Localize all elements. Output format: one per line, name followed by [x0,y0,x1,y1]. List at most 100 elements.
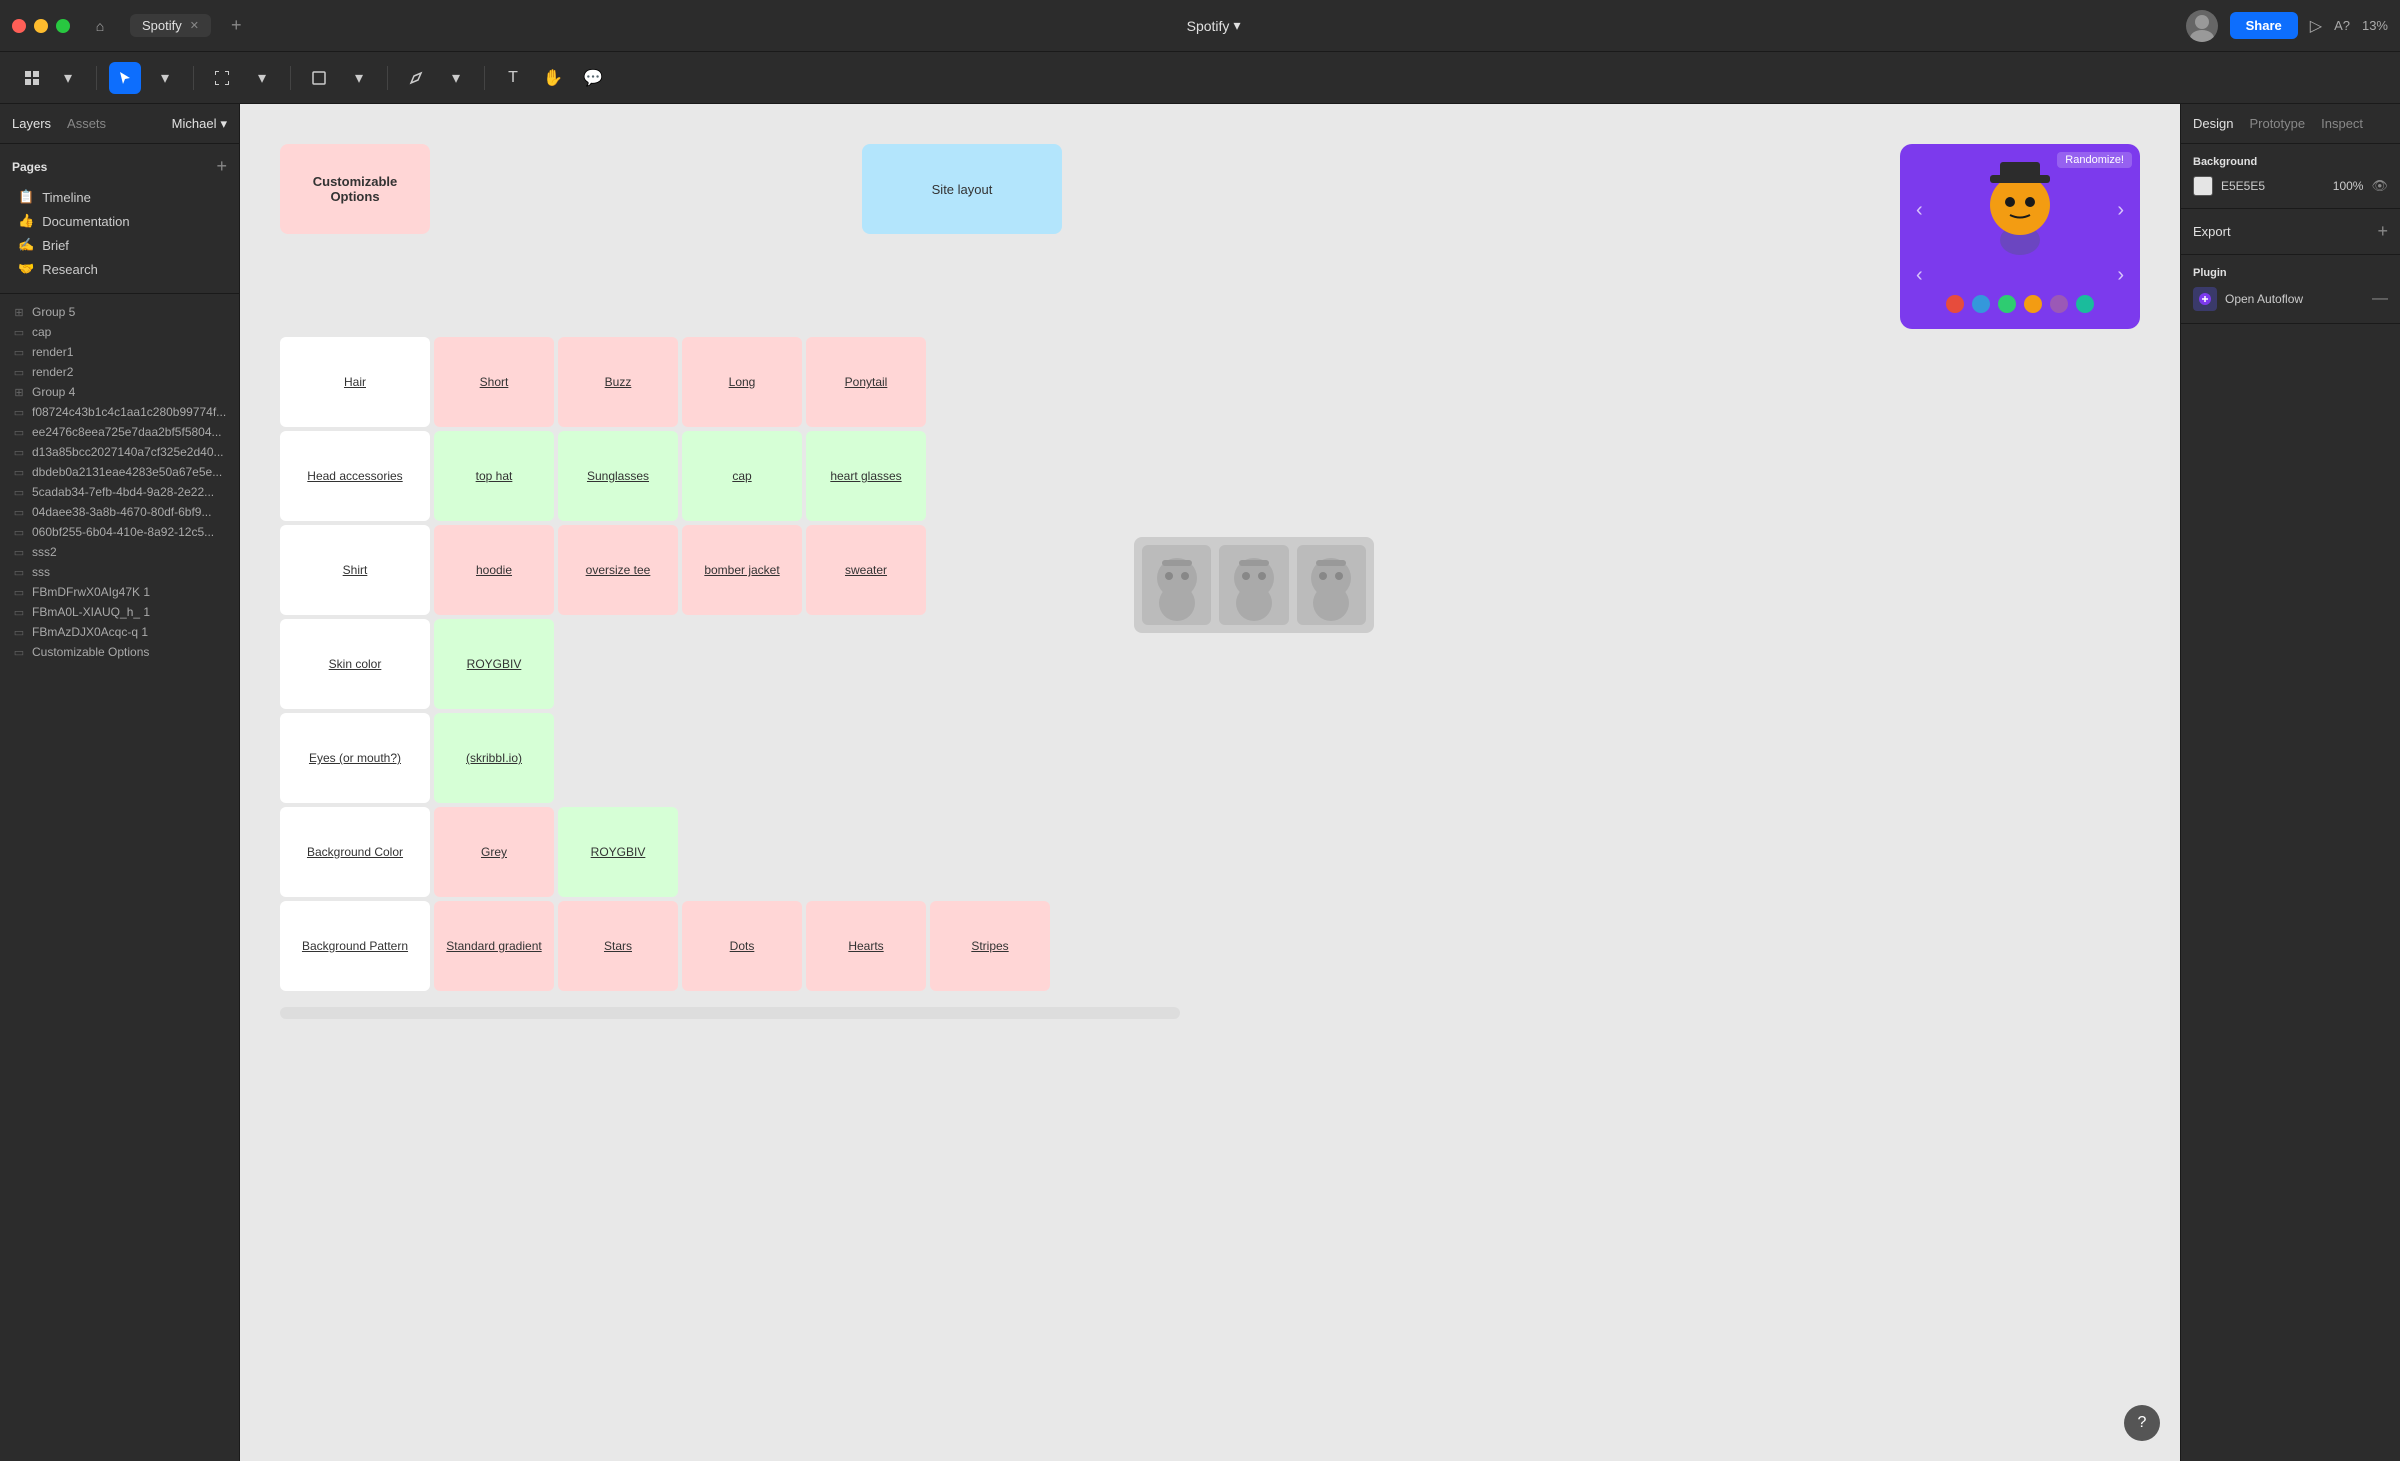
shirt-bomber[interactable]: bomber jacket [682,525,802,615]
bg-color-swatch[interactable] [2193,176,2213,196]
grid-tool[interactable] [16,62,48,94]
pen-tool[interactable] [400,62,432,94]
tab-assets[interactable]: Assets [67,112,106,135]
layer-fbm3[interactable]: ▭ FBmAzDJX0Acqc-q 1 [0,622,239,642]
shape-tool[interactable] [303,62,335,94]
layer-fbm1[interactable]: ▭ FBmDFrwX0AIg47K 1 [0,582,239,602]
layer-sss[interactable]: ▭ sss [0,562,239,582]
minimize-button[interactable] [34,19,48,33]
layer-cap[interactable]: ▭ cap [0,322,239,342]
preview-widget: Randomize! ‹ [1900,144,2140,329]
color-dot-teal[interactable] [2076,295,2094,313]
select-dropdown[interactable]: ▾ [149,62,181,94]
plugin-section: Plugin Open Autoflow — [2181,255,2400,324]
pattern-hearts[interactable]: Hearts [806,901,926,991]
close-button[interactable] [12,19,26,33]
prev-arrow-2[interactable]: ‹ [1916,264,1923,287]
pattern-stripes[interactable]: Stripes [930,901,1050,991]
left-panel: Layers Assets Michael ▾ Pages + 📋 Timeli… [0,104,240,1461]
color-dot-blue[interactable] [1972,295,1990,313]
next-arrow[interactable]: › [2117,199,2124,222]
layer-sss2[interactable]: ▭ sss2 [0,542,239,562]
hand-tool[interactable]: ✋ [537,62,569,94]
render-3 [1297,545,1366,625]
share-button[interactable]: Share [2230,12,2298,39]
bg-grey[interactable]: Grey [434,807,554,897]
hair-ponytail[interactable]: Ponytail [806,337,926,427]
shirt-sweater[interactable]: sweater [806,525,926,615]
layer-group5[interactable]: ⊞ Group 5 [0,302,239,322]
shirt-hoodie[interactable]: hoodie [434,525,554,615]
panel-user[interactable]: Michael ▾ [172,116,227,132]
visibility-icon[interactable]: 👁 [2371,178,2388,194]
tab-design[interactable]: Design [2193,112,2233,135]
page-timeline[interactable]: 📋 Timeline [12,185,227,209]
tool-group-main: ▾ [16,62,84,94]
head-cap[interactable]: cap [682,431,802,521]
page-documentation[interactable]: 👍 Documentation [12,209,227,233]
next-arrow-2[interactable]: › [2117,264,2124,287]
canvas[interactable]: Customizable Options Site layout Randomi… [240,104,2180,1461]
layer-id4[interactable]: ▭ dbdeb0a2131eae4283e50a67e5e... [0,462,239,482]
prev-arrow[interactable]: ‹ [1916,199,1923,222]
grid-dropdown[interactable]: ▾ [52,62,84,94]
tab-inspect[interactable]: Inspect [2321,112,2363,135]
head-sunglasses[interactable]: Sunglasses [558,431,678,521]
plugin-title: Plugin [2193,267,2388,279]
layer-id1[interactable]: ▭ f08724c43b1c4c1aa1c280b99774f... [0,402,239,422]
horizontal-scrollbar[interactable] [280,1007,1180,1019]
hair-buzz[interactable]: Buzz [558,337,678,427]
frame-dropdown[interactable]: ▾ [246,62,278,94]
layer-id2[interactable]: ▭ ee2476c8eea725e7daa2bf5f5804... [0,422,239,442]
shape-dropdown[interactable]: ▾ [343,62,375,94]
tab-close-icon[interactable]: ✕ [190,19,199,32]
layer-id3[interactable]: ▭ d13a85bcc2027140a7cf325e2d40... [0,442,239,462]
help-button[interactable]: ? [2124,1405,2160,1441]
tab-layers[interactable]: Layers [12,112,51,135]
layer-customizable[interactable]: ▭ Customizable Options [0,642,239,662]
project-name[interactable]: Spotify ▾ [1187,17,1241,34]
head-top-hat[interactable]: top hat [434,431,554,521]
add-tab-button[interactable]: + [231,15,242,36]
randomize-button[interactable]: Randomize! [2057,152,2132,168]
color-dot-purple[interactable] [2050,295,2068,313]
play-button[interactable]: ▷ [2310,16,2322,36]
bg-roygbiv[interactable]: ROYGBIV [558,807,678,897]
page-research[interactable]: 🤝 Research [12,257,227,281]
shirt-oversize[interactable]: oversize tee [558,525,678,615]
export-add-button[interactable]: + [2377,221,2388,242]
hair-long[interactable]: Long [682,337,802,427]
active-tab[interactable]: Spotify ✕ [130,14,211,37]
layer-group4[interactable]: ⊞ Group 4 [0,382,239,402]
group-icon: ⊞ [12,385,26,399]
frame-tool[interactable] [206,62,238,94]
skin-roygbiv[interactable]: ROYGBIV [434,619,554,709]
pattern-stars[interactable]: Stars [558,901,678,991]
comment-tool[interactable]: 💬 [577,62,609,94]
fullscreen-button[interactable] [56,19,70,33]
layer-fbm2[interactable]: ▭ FBmA0L-XIAUQ_h_ 1 [0,602,239,622]
zoom-level[interactable]: 13% [2362,18,2388,33]
add-page-button[interactable]: + [216,156,227,177]
eyes-skribblio[interactable]: (skribbI.io) [434,713,554,803]
help-label[interactable]: A? [2334,18,2350,33]
layer-id5[interactable]: ▭ 5cadab34-7efb-4bd4-9a28-2e22... [0,482,239,502]
plugin-remove-button[interactable]: — [2372,290,2388,308]
layer-id6[interactable]: ▭ 04daee38-3a8b-4670-80df-6bf9... [0,502,239,522]
layer-id7[interactable]: ▭ 060bf255-6b04-410e-8a92-12c5... [0,522,239,542]
page-brief[interactable]: ✍️ Brief [12,233,227,257]
color-dot-orange[interactable] [2024,295,2042,313]
text-tool[interactable]: T [497,62,529,94]
color-dot-green[interactable] [1998,295,2016,313]
select-tool[interactable] [109,62,141,94]
tab-prototype[interactable]: Prototype [2249,112,2305,135]
home-button[interactable]: ⌂ [86,12,114,40]
head-heart-glasses[interactable]: heart glasses [806,431,926,521]
color-dot-red[interactable] [1946,295,1964,313]
hair-short[interactable]: Short [434,337,554,427]
layer-render2[interactable]: ▭ render2 [0,362,239,382]
pen-dropdown[interactable]: ▾ [440,62,472,94]
pattern-dots[interactable]: Dots [682,901,802,991]
layer-render1[interactable]: ▭ render1 [0,342,239,362]
pattern-standard[interactable]: Standard gradient [434,901,554,991]
